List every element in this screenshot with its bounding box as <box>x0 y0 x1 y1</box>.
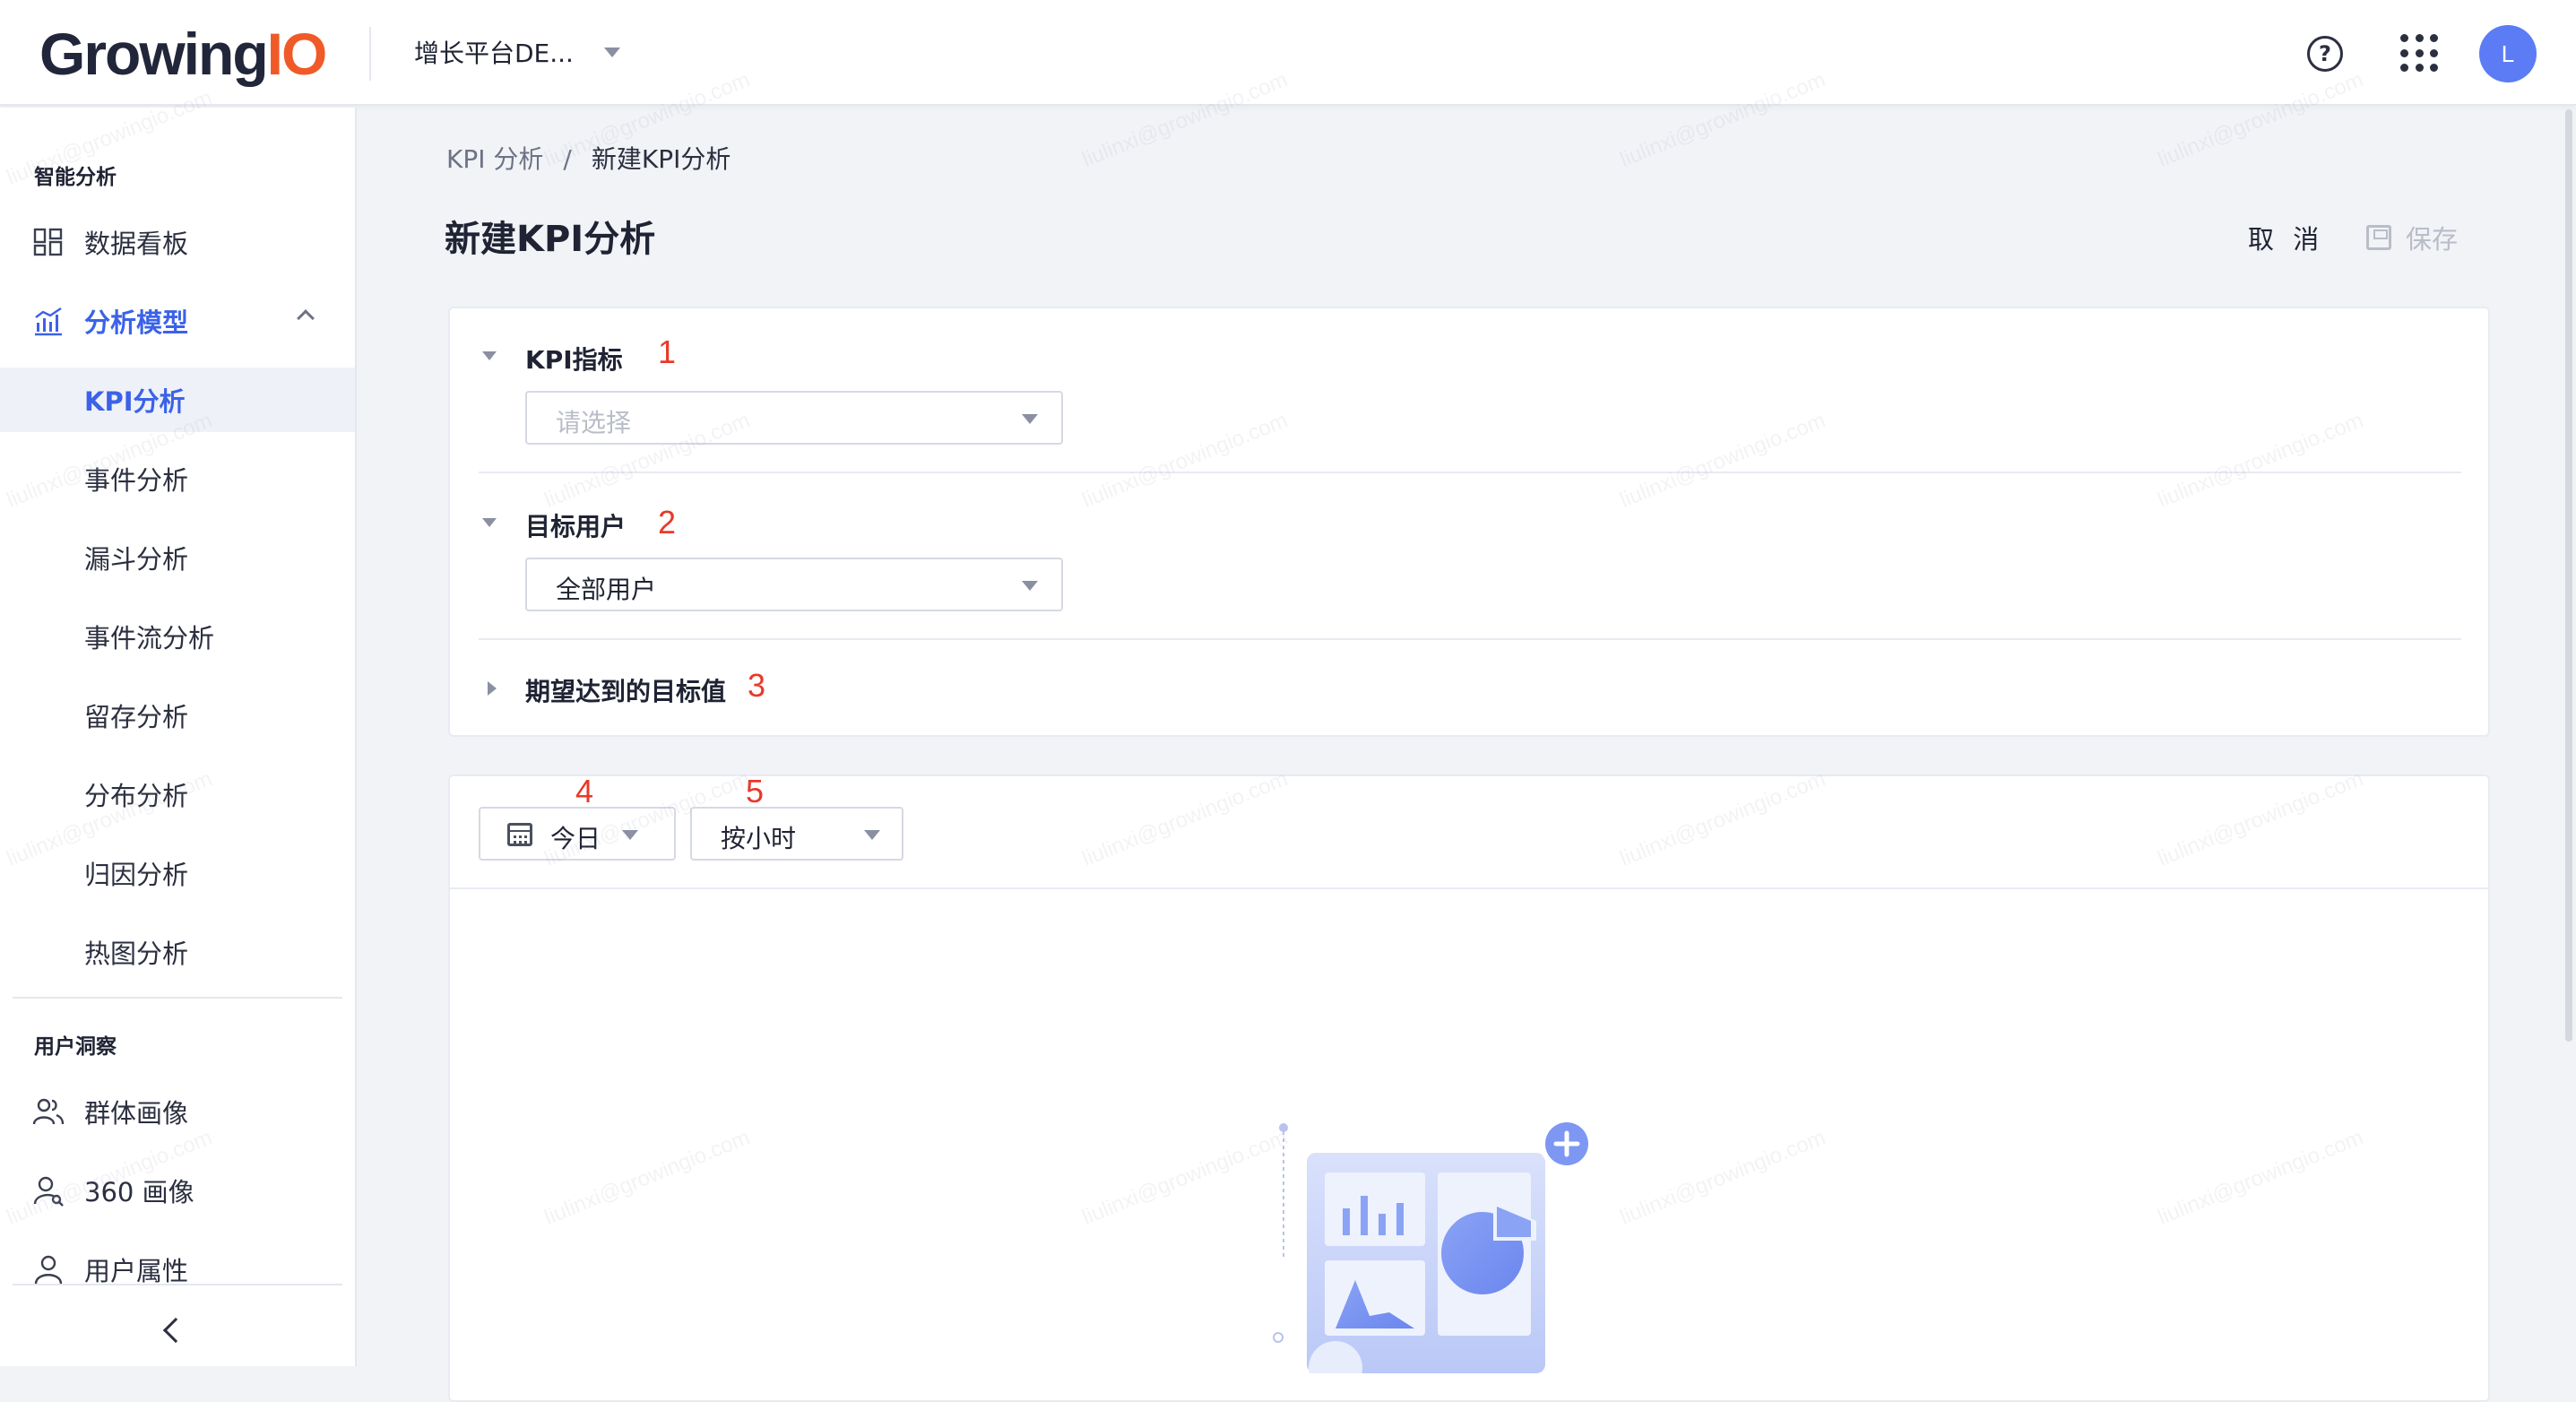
annotation-number: 1 <box>658 333 677 370</box>
sidebar-item-dashboard[interactable]: 数据看板 <box>0 210 355 274</box>
collapse-caret-icon[interactable] <box>482 351 497 360</box>
chart-icon <box>35 307 62 336</box>
granularity-label: 按小时 <box>721 824 797 853</box>
sidebar-item-event-analysis[interactable]: 事件分析 <box>0 446 355 511</box>
sidebar-item-attribution-analysis[interactable]: 归因分析 <box>0 841 355 905</box>
apps-grid-icon[interactable] <box>2400 34 2440 74</box>
date-range-picker[interactable]: 今日 <box>479 807 676 861</box>
sidebar-item-kpi-analysis[interactable]: KPI分析 <box>0 368 355 432</box>
kpi-section-title[interactable]: KPI指标 <box>525 341 623 376</box>
annotation-number: 3 <box>748 667 766 704</box>
user-search-icon <box>33 1176 64 1207</box>
sidebar-item-group-portrait[interactable]: 群体画像 <box>0 1079 355 1144</box>
sidebar-group-smart-analysis: 智能分析 <box>34 166 117 189</box>
sidebar-item-label: 分布分析 <box>84 781 189 811</box>
sidebar-item-label: 群体画像 <box>84 1098 189 1129</box>
project-selector[interactable]: 增长平台DE... <box>414 34 620 70</box>
collapse-sidebar-icon[interactable] <box>162 1317 189 1344</box>
kpi-config-card: KPI指标 1 请选择 目标用户 2 全部用户 期望达到的目标值 3 <box>448 307 2490 737</box>
calendar-icon <box>507 823 532 846</box>
date-range-label: 今日 <box>550 824 601 853</box>
sidebar-group-user-insight: 用户洞察 <box>34 1035 117 1059</box>
chevron-down-icon <box>864 830 880 840</box>
chevron-down-icon <box>1022 581 1038 591</box>
breadcrumb-parent-link[interactable]: KPI 分析 <box>446 144 543 174</box>
sidebar-divider <box>13 997 342 999</box>
page-scrollbar[interactable] <box>2565 109 2572 1042</box>
sidebar-item-analysis-models[interactable]: 分析模型 <box>0 289 355 353</box>
expand-caret-icon[interactable] <box>488 681 497 696</box>
collapse-caret-icon[interactable] <box>482 518 497 527</box>
target-users-select[interactable]: 全部用户 <box>525 558 1063 611</box>
sidebar-bottom-divider <box>13 1284 342 1285</box>
goal-value-section-title[interactable]: 期望达到的目标值 <box>525 672 726 708</box>
sidebar-item-label: 数据看板 <box>84 229 189 259</box>
sidebar-item-label: KPI分析 <box>84 386 186 417</box>
sidebar-item-retention-analysis[interactable]: 留存分析 <box>0 683 355 748</box>
chevron-down-icon <box>603 47 620 57</box>
sidebar-item-360-portrait[interactable]: 360 画像 <box>0 1158 355 1223</box>
sidebar-item-label: 漏斗分析 <box>84 544 189 575</box>
select-placeholder: 请选择 <box>556 408 632 437</box>
header-divider <box>369 27 371 81</box>
annotation-number: 2 <box>658 504 677 541</box>
target-users-section-title[interactable]: 目标用户 <box>525 507 626 543</box>
sidebar-item-heatmap-analysis[interactable]: 热图分析 <box>0 920 355 984</box>
kpi-metric-select[interactable]: 请选择 <box>525 391 1063 445</box>
empty-state-illustration <box>1273 1117 1594 1373</box>
breadcrumb: KPI 分析 / 新建KPI分析 <box>446 144 731 174</box>
page-title: 新建KPI分析 <box>445 219 656 260</box>
chevron-down-icon <box>1022 414 1038 424</box>
section-divider <box>479 638 2461 640</box>
avatar[interactable]: L <box>2479 25 2537 82</box>
sidebar-item-funnel-analysis[interactable]: 漏斗分析 <box>0 525 355 590</box>
chevron-down-icon <box>622 830 638 840</box>
sidebar-item-label: 用户属性 <box>84 1256 189 1286</box>
sidebar-item-label: 事件分析 <box>84 465 189 496</box>
granularity-select[interactable]: 按小时 <box>690 807 903 861</box>
chart-card: 4 5 今日 按小时 <box>448 773 2490 1402</box>
sidebar-item-label: 事件流分析 <box>84 623 215 653</box>
sidebar-item-label: 归因分析 <box>84 860 189 890</box>
cancel-button[interactable]: 取 消 <box>2248 219 2324 256</box>
sidebar: 智能分析 数据看板 分析模型 KPI分析 事件分析 漏斗分析 事件流分析 留存分… <box>0 108 357 1366</box>
annotation-number: 5 <box>746 773 765 809</box>
project-name: 增长平台DE... <box>414 39 574 68</box>
user-icon <box>34 1255 63 1285</box>
breadcrumb-current: 新建KPI分析 <box>591 144 731 174</box>
select-value: 全部用户 <box>556 575 657 604</box>
sidebar-item-user-attributes[interactable]: 用户属性 <box>0 1237 355 1302</box>
chevron-up-icon[interactable] <box>297 309 315 327</box>
sidebar-item-label: 热图分析 <box>84 939 189 969</box>
sidebar-item-label: 360 画像 <box>84 1177 194 1207</box>
sidebar-item-distribution-analysis[interactable]: 分布分析 <box>0 762 355 826</box>
growingio-logo[interactable]: GrowingIO <box>39 20 327 88</box>
save-button[interactable]: 保存 <box>2366 219 2458 256</box>
annotation-number: 4 <box>575 773 594 809</box>
section-divider <box>479 472 2461 473</box>
sidebar-item-label: 留存分析 <box>84 702 189 732</box>
save-label: 保存 <box>2406 224 2459 255</box>
help-icon[interactable]: ? <box>2307 36 2343 72</box>
sidebar-item-event-flow-analysis[interactable]: 事件流分析 <box>0 604 355 669</box>
toolbar-divider <box>450 887 2488 889</box>
top-bar: GrowingIO 增长平台DE... ? L <box>0 0 2576 106</box>
sidebar-item-label: 分析模型 <box>84 307 189 338</box>
group-icon <box>32 1098 65 1125</box>
save-icon <box>2366 225 2391 250</box>
dashboard-icon <box>33 228 63 256</box>
